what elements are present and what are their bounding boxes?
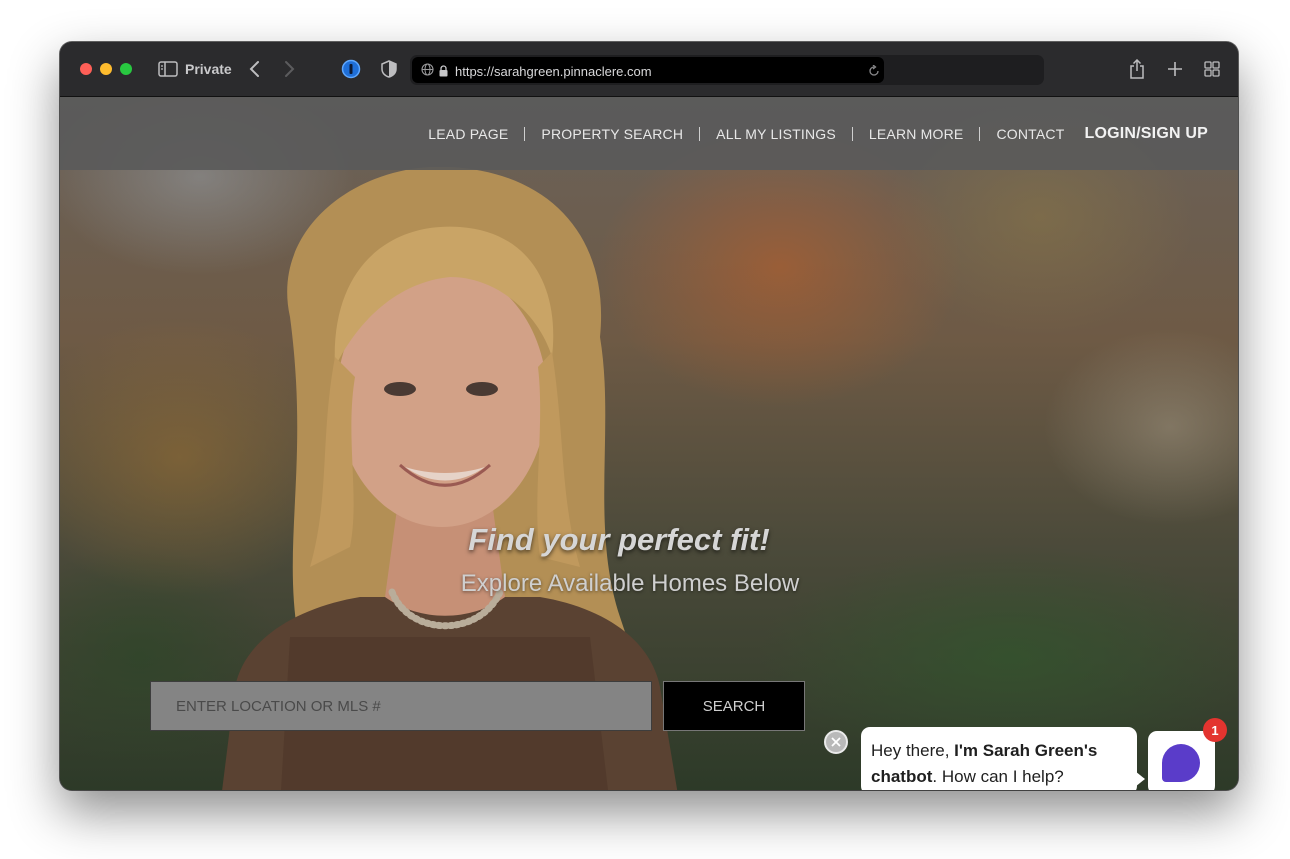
- address-field[interactable]: https://sarahgreen.pinnaclere.com: [412, 57, 884, 83]
- chatbot-greeting-prefix: Hey there,: [871, 741, 955, 760]
- share-icon[interactable]: [1126, 57, 1148, 81]
- location-search-input[interactable]: [150, 681, 652, 731]
- chevron-right-icon[interactable]: [280, 57, 300, 81]
- chatbot-greeting-bubble[interactable]: Hey there, I'm Sarah Green's chatbot. Ho…: [861, 727, 1145, 790]
- login-signup-link[interactable]: LOGIN/SIGN UP: [1085, 125, 1209, 143]
- nav-contact[interactable]: CONTACT: [996, 126, 1064, 142]
- chatbot-greeting-suffix: . How can I help?: [932, 767, 1064, 786]
- plus-icon[interactable]: [1164, 57, 1186, 81]
- close-window-button[interactable]: [80, 63, 92, 75]
- site-navigation: LEAD PAGE PROPERTY SEARCH ALL MY LISTING…: [60, 97, 1238, 170]
- chevron-left-icon[interactable]: [244, 57, 264, 81]
- web-page: LEAD PAGE PROPERTY SEARCH ALL MY LISTING…: [60, 97, 1238, 790]
- browser-window: Private https://sarahgreen.pinnaclere.co…: [60, 42, 1238, 790]
- nav-divider: [979, 127, 981, 141]
- private-mode-label: Private: [185, 61, 232, 77]
- nav-divider: [699, 127, 701, 141]
- nav-learn-more[interactable]: LEARN MORE: [869, 126, 964, 142]
- minimize-window-button[interactable]: [100, 63, 112, 75]
- nav-all-my-listings[interactable]: ALL MY LISTINGS: [716, 126, 836, 142]
- password-manager-icon[interactable]: [341, 57, 361, 81]
- nav-divider: [524, 127, 526, 141]
- chatbot-launcher-button[interactable]: [1148, 731, 1215, 790]
- chat-notification-badge: 1: [1203, 718, 1227, 742]
- nav-property-search[interactable]: PROPERTY SEARCH: [541, 126, 683, 142]
- sidebar-icon[interactable]: [158, 57, 178, 81]
- shield-icon[interactable]: [379, 57, 399, 81]
- reload-icon[interactable]: [868, 64, 880, 82]
- hero-headline: Find your perfect fit!: [468, 522, 770, 557]
- address-bar[interactable]: https://sarahgreen.pinnaclere.com: [410, 55, 1044, 85]
- url-text: https://sarahgreen.pinnaclere.com: [455, 64, 652, 79]
- browser-toolbar: Private https://sarahgreen.pinnaclere.co…: [60, 42, 1238, 97]
- nav-divider: [851, 127, 853, 141]
- chat-bubble-icon: [1162, 744, 1200, 782]
- lock-icon: [439, 64, 448, 82]
- grid-icon[interactable]: [1201, 57, 1223, 81]
- zoom-window-button[interactable]: [120, 63, 132, 75]
- hero-subheadline: Explore Available Homes Below: [460, 570, 800, 597]
- nav-lead-page[interactable]: LEAD PAGE: [428, 126, 508, 142]
- globe-icon: [421, 63, 434, 81]
- search-button[interactable]: SEARCH: [663, 681, 805, 731]
- close-icon[interactable]: [824, 730, 848, 754]
